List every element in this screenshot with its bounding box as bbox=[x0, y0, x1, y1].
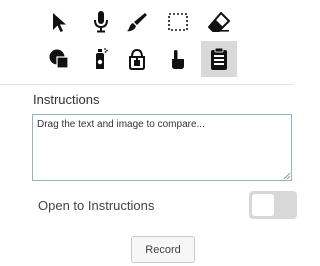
clipboard-instructions-icon bbox=[211, 47, 227, 70]
instructions-tool-button[interactable] bbox=[201, 41, 237, 77]
audio-tool-button[interactable] bbox=[83, 4, 119, 40]
hand-tool-button[interactable] bbox=[160, 41, 196, 77]
hand-pointer-icon bbox=[172, 50, 184, 69]
paint-bucket-icon bbox=[129, 48, 145, 70]
instructions-field[interactable] bbox=[32, 114, 292, 181]
microphone-icon bbox=[94, 11, 108, 33]
pointer-arrow-icon bbox=[53, 13, 66, 32]
open-to-instructions-label: Open to Instructions bbox=[38, 198, 155, 213]
selection-box-icon bbox=[168, 13, 188, 31]
toggle-knob bbox=[252, 194, 274, 216]
eraser-icon bbox=[208, 12, 230, 32]
tool-palette bbox=[0, 0, 294, 80]
shapes-icon bbox=[49, 49, 69, 69]
brush-icon bbox=[127, 13, 147, 32]
pointer-tool-button[interactable] bbox=[41, 4, 77, 40]
select-tool-button[interactable] bbox=[160, 4, 196, 40]
spray-tool-button[interactable] bbox=[83, 41, 119, 77]
open-to-instructions-toggle[interactable] bbox=[249, 191, 297, 219]
instructions-label: Instructions bbox=[33, 92, 100, 107]
eraser-tool-button[interactable] bbox=[201, 4, 237, 40]
toolbar-divider bbox=[0, 84, 294, 85]
shapes-tool-button[interactable] bbox=[41, 41, 77, 77]
record-button[interactable]: Record bbox=[131, 236, 195, 263]
resize-grip-icon[interactable] bbox=[284, 173, 290, 179]
fill-tool-button[interactable] bbox=[119, 41, 155, 77]
brush-tool-button[interactable] bbox=[119, 4, 155, 40]
spray-can-icon bbox=[96, 48, 108, 69]
